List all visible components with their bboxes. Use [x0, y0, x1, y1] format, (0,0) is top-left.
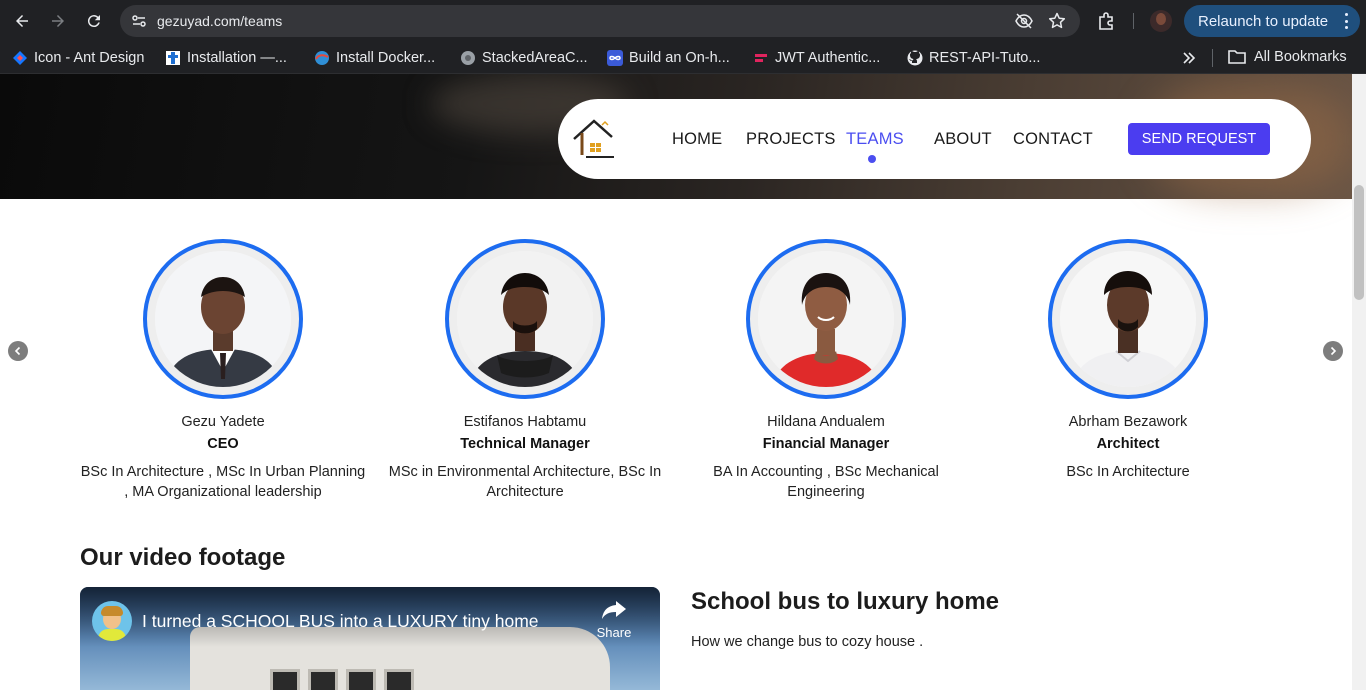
eye-off-icon[interactable] — [1015, 12, 1033, 30]
member-degree: MSc in Environmental Architecture, BSc I… — [388, 464, 662, 500]
avatar — [445, 239, 605, 399]
infinity-icon — [607, 50, 623, 66]
bookmark-label: StackedAreaC... — [482, 50, 588, 66]
relaunch-label: Relaunch to update — [1198, 12, 1329, 30]
member-degree: BSc In Architecture , MSc In Urban Plann… — [80, 464, 366, 500]
team-member-card: Hildana Andualem Financial Manager BA In… — [676, 239, 976, 502]
chevron-right-icon — [1330, 346, 1337, 356]
bookmark-label: REST-API-Tuto... — [929, 50, 1041, 66]
team-member-card: Estifanos Habtamu Technical Manager MSc … — [375, 239, 675, 502]
channel-avatar[interactable] — [92, 601, 132, 641]
member-role: Financial Manager — [762, 436, 890, 452]
reload-icon[interactable] — [82, 9, 106, 33]
scrollbar-track[interactable] — [1352, 74, 1366, 690]
share-button[interactable]: Share — [594, 599, 634, 640]
carousel-next-button[interactable] — [1323, 341, 1343, 361]
bookmark-label: JWT Authentic... — [775, 50, 881, 66]
bookmark-installation[interactable]: Installation —... — [165, 49, 287, 67]
avatar — [746, 239, 906, 399]
section-title: Our video footage — [80, 544, 286, 571]
share-label: Share — [596, 625, 632, 640]
chevron-left-icon — [14, 346, 21, 356]
team-member-card: Gezu Yadete CEO BSc In Architecture , MS… — [73, 239, 373, 502]
forward-icon[interactable] — [46, 9, 70, 33]
member-degree: BSc In Architecture — [1066, 464, 1190, 480]
scrollbar-thumb[interactable] — [1354, 185, 1364, 300]
video-title[interactable]: I turned a SCHOOL BUS into a LUXURY tiny… — [142, 611, 539, 632]
site-info-icon[interactable] — [130, 12, 148, 30]
all-bookmarks-button[interactable]: All Bookmarks — [1228, 49, 1347, 65]
more-vert-icon[interactable] — [1344, 13, 1348, 29]
nav-contact[interactable]: CONTACT — [1013, 130, 1093, 149]
bookmark-docker[interactable]: Install Docker... — [314, 49, 435, 67]
star-icon[interactable] — [1048, 12, 1066, 30]
avatar — [143, 239, 303, 399]
profile-avatar[interactable] — [1150, 10, 1172, 32]
chevron-double-right-icon[interactable] — [1181, 50, 1197, 66]
bookmark-ant-design[interactable]: Icon - Ant Design — [12, 49, 144, 67]
github-icon — [907, 50, 923, 66]
browser-toolbar: gezuyad.com/teams Relaunch to update — [0, 0, 1366, 42]
member-name: Abrham Bezawork — [1068, 414, 1188, 430]
relaunch-button[interactable]: Relaunch to update — [1184, 5, 1360, 37]
bookmark-page-icon — [166, 51, 180, 65]
video-heading: School bus to luxury home — [691, 588, 1000, 615]
member-role: Technical Manager — [460, 436, 590, 452]
nav-about[interactable]: ABOUT — [934, 130, 992, 149]
url-text[interactable]: gezuyad.com/teams — [157, 13, 282, 29]
bookmarks-separator — [1212, 49, 1213, 67]
active-indicator — [868, 155, 876, 163]
globe-icon — [461, 51, 475, 65]
all-bookmarks-label: All Bookmarks — [1254, 49, 1347, 65]
bookmarks-bar: Icon - Ant Design Installation —... Inst… — [0, 42, 1366, 74]
avatar — [1048, 239, 1208, 399]
nav-home[interactable]: HOME — [672, 130, 722, 149]
ant-design-icon — [13, 51, 27, 65]
team-member-card: Abrham Bezawork Architect BSc In Archite… — [978, 239, 1278, 482]
member-name: Hildana Andualem — [767, 414, 885, 430]
member-role: Architect — [1096, 436, 1160, 452]
video-embed[interactable]: I turned a SCHOOL BUS into a LUXURY tiny… — [80, 587, 660, 690]
bookmark-label: Install Docker... — [336, 50, 436, 66]
member-name: Gezu Yadete — [181, 414, 265, 430]
company-logo[interactable] — [570, 113, 616, 161]
folder-icon — [1228, 50, 1246, 64]
extensions-icon[interactable] — [1097, 11, 1117, 31]
bookmark-label: Installation —... — [187, 50, 287, 66]
nav-projects[interactable]: PROJECTS — [746, 130, 836, 149]
back-icon[interactable] — [10, 9, 34, 33]
member-role: CEO — [207, 436, 239, 452]
bookmark-jwt[interactable]: JWT Authentic... — [753, 49, 880, 67]
member-degree: BA In Accounting , BSc Mechanical Engine… — [713, 464, 939, 500]
jwt-icon — [755, 54, 767, 62]
bookmark-label: Build an On-h... — [629, 50, 730, 66]
nav-teams[interactable]: TEAMS — [846, 130, 904, 149]
toolbar-separator — [1133, 13, 1134, 29]
bookmark-stackedarea[interactable]: StackedAreaC... — [460, 49, 588, 67]
page-content: HOME PROJECTS TEAMS ABOUT CONTACT SEND R… — [0, 74, 1352, 690]
address-bar[interactable]: gezuyad.com/teams — [120, 5, 1080, 37]
member-name: Estifanos Habtamu — [463, 414, 587, 430]
docker-icon — [315, 51, 329, 65]
site-navbar: HOME PROJECTS TEAMS ABOUT CONTACT SEND R… — [558, 99, 1311, 179]
bookmark-rest-api[interactable]: REST-API-Tuto... — [907, 49, 1040, 67]
video-description: How we change bus to cozy house . — [691, 634, 924, 650]
bookmark-build-on-h[interactable]: Build an On-h... — [607, 49, 730, 67]
carousel-prev-button[interactable] — [8, 341, 28, 361]
bookmark-label: Icon - Ant Design — [34, 50, 145, 66]
share-icon — [602, 601, 626, 619]
send-request-button[interactable]: SEND REQUEST — [1128, 123, 1270, 155]
